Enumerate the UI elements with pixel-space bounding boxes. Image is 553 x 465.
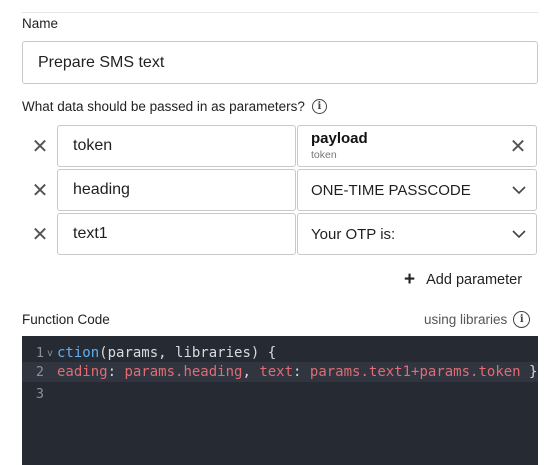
chevron-down-icon[interactable] <box>502 185 536 195</box>
parameters-label: What data should be passed in as paramet… <box>22 99 327 114</box>
clear-value-1-icon[interactable]: ✕ <box>500 134 536 159</box>
add-parameter-label: Add parameter <box>426 271 523 288</box>
param-value-2: ONE-TIME PASSCODE <box>311 181 471 199</box>
param-name-input-1[interactable]: token <box>57 125 296 167</box>
chevron-down-icon[interactable] <box>502 229 536 239</box>
param-value-3: Your OTP is: <box>311 225 396 243</box>
code-line-2: 2 eading: params.heading, text: params.t… <box>22 362 538 382</box>
param-value-sub-1: token <box>311 149 337 162</box>
name-label: Name <box>22 16 59 31</box>
parameters-label-text: What data should be passed in as paramet… <box>22 99 305 114</box>
code-line-1: 1 v ction(params, libraries) { <box>22 343 276 363</box>
add-parameter-button[interactable]: + Add parameter <box>404 270 522 289</box>
plus-icon: + <box>404 269 416 290</box>
param-value-field-1[interactable]: payload token ✕ <box>297 125 537 167</box>
code-text: ction(params, libraries) { <box>57 345 277 361</box>
name-input[interactable]: Prepare SMS text <box>22 41 538 84</box>
param-name-input-3[interactable]: text1 <box>57 213 296 255</box>
code-editor[interactable]: 1 v ction(params, libraries) { 2 eading:… <box>22 336 538 465</box>
code-text: eading: params.heading, text: params.tex… <box>57 364 538 380</box>
remove-param-2-icon[interactable]: ✕ <box>29 179 51 202</box>
remove-param-3-icon[interactable]: ✕ <box>29 223 51 246</box>
param-value-select-3[interactable]: Your OTP is: <box>297 213 537 255</box>
line-number: 3 <box>35 386 44 402</box>
param-value-select-2[interactable]: ONE-TIME PASSCODE <box>297 169 537 211</box>
line-number: 2 <box>35 364 44 380</box>
param-value-1: payload <box>311 129 368 147</box>
using-libraries-label: using libraries <box>424 312 508 327</box>
fold-arrow-icon[interactable]: v <box>47 348 57 359</box>
function-code-label: Function Code <box>22 312 110 327</box>
param-name-input-2[interactable]: heading <box>57 169 296 211</box>
remove-param-1-icon[interactable]: ✕ <box>29 135 51 158</box>
line-number: 1 <box>35 345 44 361</box>
using-libraries-link[interactable]: using libraries i <box>424 311 531 328</box>
code-line-3: 3 <box>22 384 44 404</box>
top-divider <box>22 12 538 13</box>
info-icon[interactable]: i <box>311 99 327 114</box>
info-icon[interactable]: i <box>513 311 531 328</box>
